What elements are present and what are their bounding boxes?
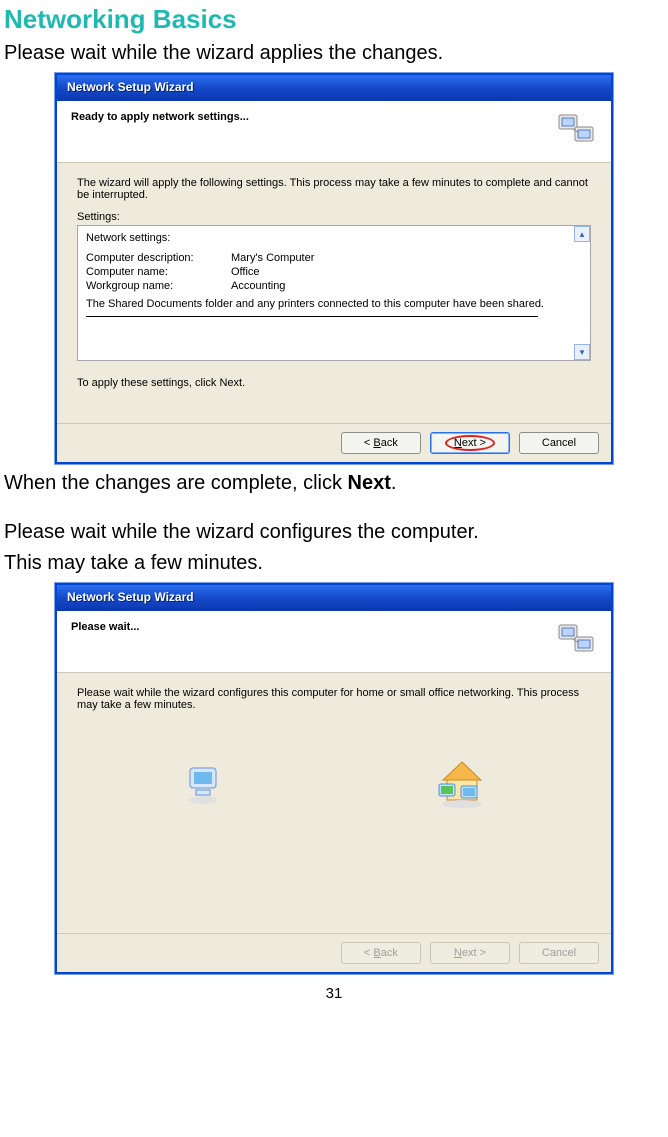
computer-description-value: Mary's Computer [231,252,314,264]
progress-animation [77,741,591,831]
divider [86,316,538,317]
wizard-footer: < Back Next > Cancel [57,423,611,462]
wizard-body-text: The wizard will apply the following sett… [77,177,591,201]
next-button: Next > [430,942,510,964]
wizard-header: Ready to apply network settings... [57,101,611,163]
wizard-wait-screenshot: Network Setup Wizard Please wait... Plea… [54,582,614,975]
page-title: Networking Basics [4,4,664,35]
workgroup-name-label: Workgroup name: [86,280,231,292]
network-devices-icon [555,619,599,666]
back-button: < Back [341,942,421,964]
apply-settings-note: To apply these settings, click Next. [77,377,591,389]
wizard-footer: < Back Next > Cancel [57,933,611,972]
network-devices-icon [555,109,599,156]
back-button[interactable]: < Back [341,432,421,454]
wizard-body-text: Please wait while the wizard configures … [77,687,591,711]
page-number: 31 [4,985,664,1002]
network-house-icon [433,758,491,815]
next-button[interactable]: Next > [430,432,510,454]
computer-name-label: Computer name: [86,266,231,278]
window-titlebar: Network Setup Wizard [57,585,611,611]
cancel-button[interactable]: Cancel [519,432,599,454]
computer-icon [178,758,232,815]
wizard-ready-screenshot: Network Setup Wizard Ready to apply netw… [54,72,614,465]
wizard-header-title: Please wait... [71,621,597,633]
shared-folder-note: The Shared Documents folder and any prin… [86,298,562,310]
cancel-button: Cancel [519,942,599,964]
computer-name-value: Office [231,266,260,278]
settings-box: ▴ ▾ Network settings: Computer descripti… [77,225,591,361]
wizard-body: Please wait while the wizard configures … [57,673,611,933]
network-settings-heading: Network settings: [86,232,562,244]
wizard-header-title: Ready to apply network settings... [71,111,597,123]
wizard-header: Please wait... [57,611,611,673]
workgroup-name-value: Accounting [231,280,285,292]
computer-description-label: Computer description: [86,252,231,264]
window-titlebar: Network Setup Wizard [57,75,611,101]
intro-text-2b: This may take a few minutes. [4,551,664,576]
scroll-up-button[interactable]: ▴ [574,226,590,242]
mid-text: When the changes are complete, click Nex… [4,471,664,496]
wizard-body: The wizard will apply the following sett… [57,163,611,423]
scroll-down-button[interactable]: ▾ [574,344,590,360]
intro-text-1: Please wait while the wizard applies the… [4,41,664,66]
settings-label: Settings: [77,211,591,223]
intro-text-2a: Please wait while the wizard configures … [4,520,664,545]
